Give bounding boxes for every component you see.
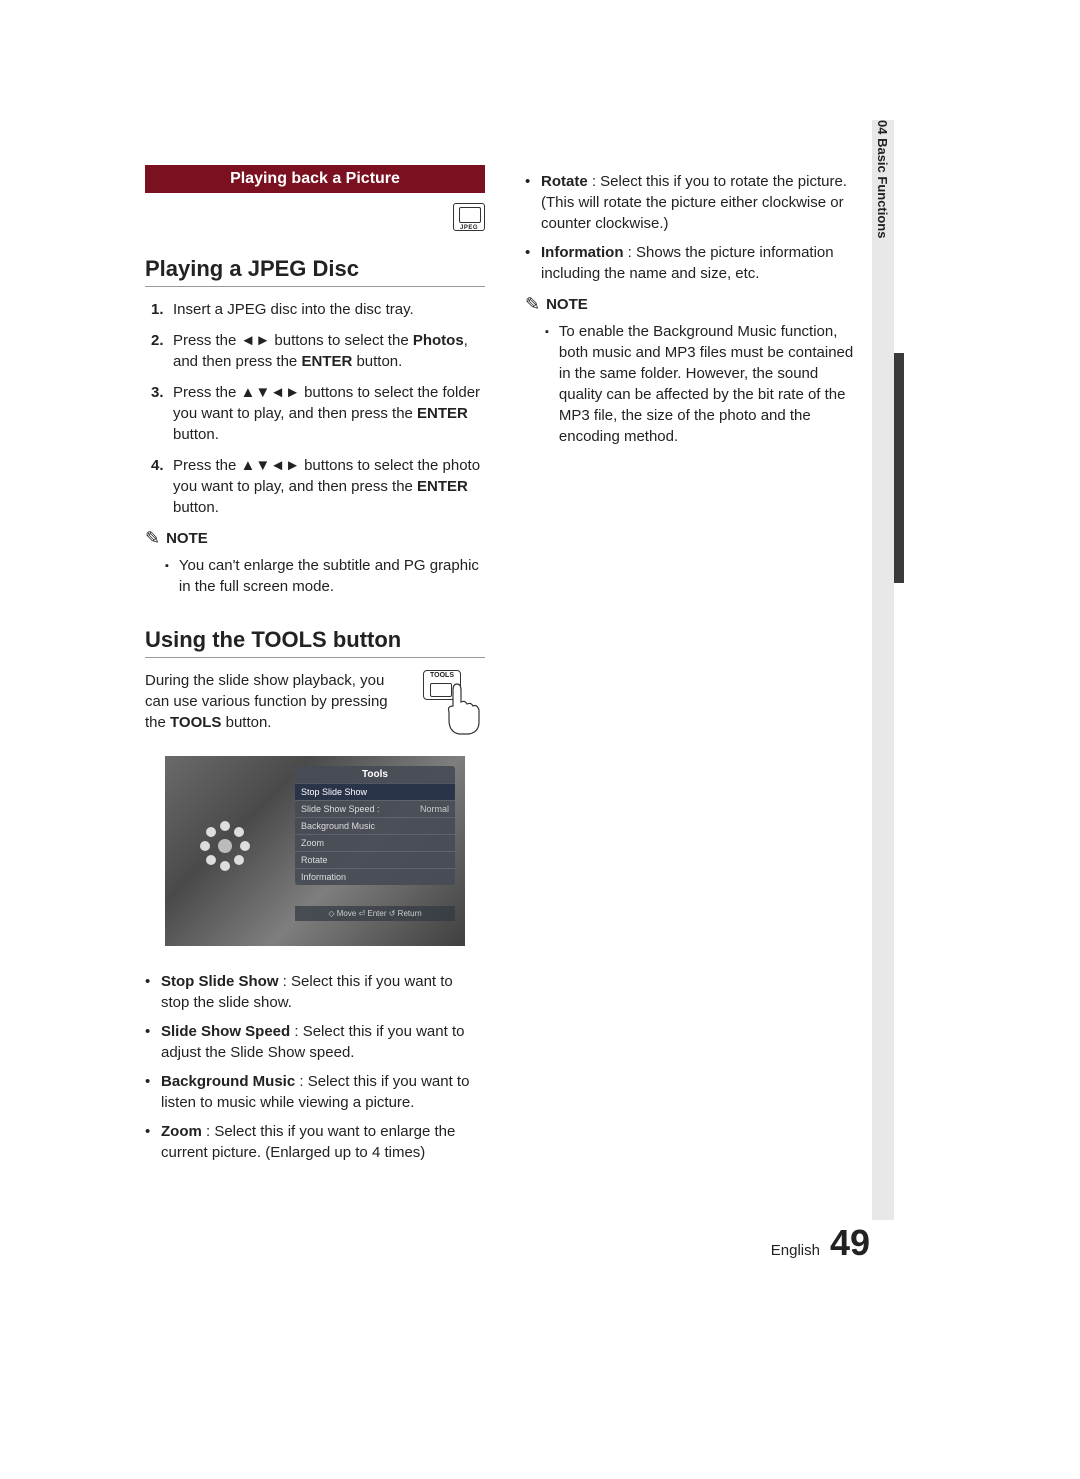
menu-footer-hints: ◇ Move ⏎ Enter ↺ Return	[295, 906, 455, 921]
bullet-item: • Stop Slide Show : Select this if you w…	[145, 971, 485, 1013]
step-number: 2.	[151, 330, 173, 372]
note-icon: ✎	[525, 294, 540, 315]
tools-bullet-list-left: • Stop Slide Show : Select this if you w…	[145, 971, 485, 1163]
bullet-icon: •	[525, 171, 541, 234]
note-text: To enable the Background Music function,…	[559, 321, 865, 447]
note-item: ▪ To enable the Background Music functio…	[545, 321, 865, 447]
divider	[145, 286, 485, 287]
heading-playing-jpeg: Playing a JPEG Disc	[145, 256, 485, 282]
note-icon: ✎	[145, 528, 160, 549]
bullet-icon: •	[145, 1021, 161, 1063]
chapter-tab-label: 04 Basic Functions	[875, 120, 890, 238]
note-item: ▪ You can't enlarge the subtitle and PG …	[165, 555, 485, 597]
heading-using-tools: Using the TOOLS button	[145, 627, 485, 653]
step-text: Insert a JPEG disc into the disc tray.	[173, 299, 485, 320]
step-text: Press the ▲▼◄► buttons to select the fol…	[173, 382, 485, 445]
step-item: 2. Press the ◄► buttons to select the Ph…	[151, 330, 485, 372]
step-number: 4.	[151, 455, 173, 518]
page-number: 49	[830, 1222, 870, 1264]
step-text: Press the ▲▼◄► buttons to select the pho…	[173, 455, 485, 518]
bullet-text: Background Music : Select this if you wa…	[161, 1071, 485, 1113]
menu-item: Background Music	[295, 817, 455, 834]
bullet-icon: •	[145, 1071, 161, 1113]
bullet-text: Rotate : Select this if you to rotate th…	[541, 171, 865, 234]
step-number: 1.	[151, 299, 173, 320]
tools-menu-screenshot: Tools Stop Slide Show Slide Show Speed :…	[165, 756, 465, 946]
left-column: Playing back a Picture Playing a JPEG Di…	[145, 165, 485, 1171]
arrow-icons: ▲▼◄►	[241, 457, 300, 474]
bullet-text: Information : Shows the picture informat…	[541, 242, 865, 284]
step-item: 3. Press the ▲▼◄► buttons to select the …	[151, 382, 485, 445]
side-thumb-tab-bg	[872, 120, 894, 1220]
menu-title: Tools	[295, 766, 455, 783]
bullet-text: Stop Slide Show : Select this if you wan…	[161, 971, 485, 1013]
menu-item: Slide Show Speed :Normal	[295, 800, 455, 817]
page-footer: English 49	[771, 1222, 870, 1264]
step-text: Press the ◄► buttons to select the Photo…	[173, 330, 485, 372]
menu-item: Stop Slide Show	[295, 783, 455, 800]
menu-item: Information	[295, 868, 455, 885]
bullet-item: • Zoom : Select this if you want to enla…	[145, 1121, 485, 1163]
flower-image	[200, 821, 250, 871]
bullet-text: Zoom : Select this if you want to enlarg…	[161, 1121, 485, 1163]
note-label: NOTE	[546, 296, 588, 313]
menu-item: Zoom	[295, 834, 455, 851]
footer-language: English	[771, 1242, 820, 1259]
arrow-icons: ▲▼◄►	[241, 384, 300, 401]
bullet-text: Slide Show Speed : Select this if you wa…	[161, 1021, 485, 1063]
step-item: 1. Insert a JPEG disc into the disc tray…	[151, 299, 485, 320]
bullet-icon: •	[145, 1121, 161, 1163]
steps-list: 1. Insert a JPEG disc into the disc tray…	[151, 299, 485, 518]
bullet-item: • Information : Shows the picture inform…	[525, 242, 865, 284]
note-bullet-icon: ▪	[545, 325, 549, 447]
step-item: 4. Press the ▲▼◄► buttons to select the …	[151, 455, 485, 518]
bullet-item: • Slide Show Speed : Select this if you …	[145, 1021, 485, 1063]
note-text: You can't enlarge the subtitle and PG gr…	[179, 555, 485, 597]
chapter-tab: 04 Basic Functions	[875, 120, 895, 243]
bullet-icon: •	[145, 971, 161, 1013]
step-number: 3.	[151, 382, 173, 445]
tools-bullet-list-right: • Rotate : Select this if you to rotate …	[525, 171, 865, 284]
side-thumb-tab-dark	[894, 353, 904, 583]
divider	[145, 657, 485, 658]
menu-item: Rotate	[295, 851, 455, 868]
note-heading: ✎ NOTE	[145, 528, 485, 549]
note-label: NOTE	[166, 530, 208, 547]
tools-menu-panel: Tools Stop Slide Show Slide Show Speed :…	[295, 766, 455, 885]
section-banner: Playing back a Picture	[145, 165, 485, 193]
jpeg-icon	[453, 203, 485, 231]
right-column: • Rotate : Select this if you to rotate …	[525, 165, 865, 1171]
hand-icon	[443, 682, 487, 738]
bullet-item: • Background Music : Select this if you …	[145, 1071, 485, 1113]
bullet-item: • Rotate : Select this if you to rotate …	[525, 171, 865, 234]
page-content: Playing back a Picture Playing a JPEG Di…	[145, 165, 865, 1171]
jpeg-disc-icon-row	[145, 203, 485, 236]
arrow-icons: ◄►	[241, 332, 271, 349]
tools-button-graphic: TOOLS	[421, 670, 485, 738]
tools-intro-text: During the slide show playback, you can …	[145, 670, 409, 733]
note-heading: ✎ NOTE	[525, 294, 865, 315]
bullet-icon: •	[525, 242, 541, 284]
note-bullet-icon: ▪	[165, 559, 169, 597]
